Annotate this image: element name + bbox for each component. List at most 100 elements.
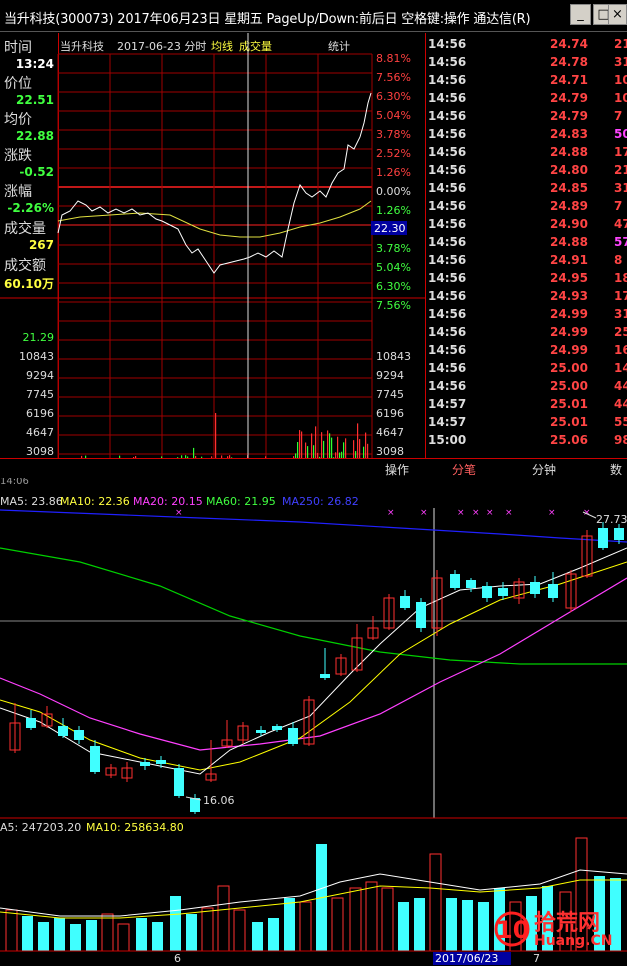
tick-volume: 21	[614, 163, 627, 177]
tick-row[interactable]: 15:00 25.06 985	[426, 433, 627, 451]
volume-bar	[307, 446, 309, 458]
percent-axis: 8.81% 7.56% 6.30% 5.04% 3.78% 2.52% 1.26% 0.00%…	[376, 52, 411, 312]
volume-label-left: 10843	[19, 350, 54, 363]
tick-row[interactable]: 14:56 24.80 21	[426, 163, 627, 181]
tick-time: 14:56	[428, 55, 467, 69]
tick-row[interactable]: 14:56 24.71 10	[426, 73, 627, 91]
tick-volume: 55	[614, 415, 627, 429]
tick-time: 14:56	[428, 361, 467, 375]
tick-row[interactable]: 14:56 24.88 57	[426, 235, 627, 253]
percent-label: 3.78%	[376, 242, 411, 255]
percent-label: 6.30%	[376, 280, 411, 293]
volume-bar	[136, 918, 147, 951]
tick-time: 14:57	[428, 397, 467, 411]
tick-row[interactable]: 14:56 24.83 50	[426, 127, 627, 145]
vol-ma10-legend: MA10: 258634.80	[86, 821, 184, 834]
tick-price: 24.79	[550, 109, 588, 123]
tick-volume: 31	[614, 181, 627, 195]
tick-row[interactable]: 14:56 24.90 47	[426, 217, 627, 235]
tick-volume: 31	[614, 307, 627, 321]
tick-volume: 21	[614, 37, 627, 51]
volume-bar	[186, 914, 197, 951]
volume-bar	[331, 437, 333, 458]
tick-price: 25.01	[550, 397, 588, 411]
tick-row[interactable]: 14:57 25.01 55	[426, 415, 627, 433]
tick-row[interactable]: 14:56 25.00 44	[426, 379, 627, 397]
tick-time: 14:56	[428, 127, 467, 141]
percent-label: 7.56%	[376, 299, 411, 312]
volume-bar	[193, 447, 195, 458]
candle-body	[156, 760, 166, 764]
volume-label-right: 9294	[376, 369, 404, 382]
tick-volume: 14	[614, 361, 627, 375]
tick-volume: 47	[614, 217, 627, 231]
tick-price: 24.71	[550, 73, 588, 87]
signal-mark: ×	[457, 508, 465, 518]
volume-bar	[365, 432, 367, 458]
tick-row[interactable]: 14:56 24.95 18	[426, 271, 627, 289]
tick-row[interactable]: 14:56 24.85 31	[426, 181, 627, 199]
candle-body	[190, 798, 200, 812]
volume-bar	[345, 438, 347, 458]
stats-button[interactable]: 统计	[328, 40, 350, 53]
tick-row[interactable]: 14:56 24.93 17	[426, 289, 627, 307]
volume-bar	[414, 898, 425, 951]
kline-chart[interactable]: 14:06 MA5: 23.86 MA10: 22.36 MA20: 20.15…	[0, 478, 627, 966]
volume-bar	[398, 902, 409, 951]
ma20-legend: MA20: 20.15	[133, 495, 203, 508]
kline-top-time: 14:06	[0, 478, 29, 487]
tick-time: 14:56	[428, 253, 467, 267]
intraday-chart[interactable]: 当升科技 2017-06-23 分时 均线 成交量 统计 8.81% 7.56% 6…	[0, 33, 425, 458]
tick-price: 24.89	[550, 199, 588, 213]
volume-bar	[462, 900, 473, 951]
volume-bar	[327, 430, 329, 458]
tick-time: 14:56	[428, 91, 467, 105]
tick-volume: 8	[614, 253, 623, 267]
candle-body	[614, 528, 624, 540]
volume-label-right: 3098	[376, 445, 404, 458]
tick-row[interactable]: 14:56 24.88 17	[426, 145, 627, 163]
volume-bar	[284, 898, 295, 951]
avg-line-label[interactable]: 均线	[211, 39, 233, 53]
trades-tab[interactable]: 分笔	[452, 461, 476, 478]
candle-body	[416, 602, 426, 628]
intraday-panel[interactable]: 时间 13:24 价位 22.51 均价 22.88 涨跌 -0.52 涨幅 -…	[0, 33, 627, 479]
tick-row[interactable]: 14:56 24.74 21	[426, 37, 627, 55]
tick-row[interactable]: 14:56 24.99 31	[426, 307, 627, 325]
tick-row[interactable]: 14:56 24.99 16	[426, 343, 627, 361]
minute-tab[interactable]: 分钟	[532, 461, 556, 478]
tick-row[interactable]: 14:56 24.79 7	[426, 109, 627, 127]
tick-volume: 7	[614, 199, 623, 213]
tick-price: 24.88	[550, 145, 588, 159]
volume-label-right: 10843	[376, 350, 411, 363]
tick-row[interactable]: 14:56 25.00 14	[426, 361, 627, 379]
volume-bar	[152, 922, 163, 951]
tick-row[interactable]: 14:56 24.89 7	[426, 199, 627, 217]
tick-row[interactable]: 14:56 24.79 10	[426, 91, 627, 109]
tick-row[interactable]: 14:57 25.01 44	[426, 397, 627, 415]
tick-list[interactable]: 14:5624.742114:5624.783114:5624.711014:5…	[425, 33, 627, 458]
tick-time: 14:57	[428, 415, 467, 429]
close-button[interactable]: ×	[608, 4, 627, 25]
volume-toggle-label[interactable]: 成交量	[239, 39, 272, 53]
tick-row[interactable]: 14:56 24.78 31	[426, 55, 627, 73]
volume-label-left: 6196	[26, 407, 54, 420]
tick-row[interactable]: 14:56 24.91 8	[426, 253, 627, 271]
volume-bar	[311, 433, 313, 458]
tick-time: 14:56	[428, 217, 467, 231]
candle-body	[256, 730, 266, 733]
operate-tab[interactable]: 操作	[385, 461, 409, 478]
tick-time: 14:56	[428, 109, 467, 123]
tick-volume: 25	[614, 325, 627, 339]
tick-row[interactable]: 14:56 24.99 25	[426, 325, 627, 343]
data-tab[interactable]: 数	[610, 461, 622, 478]
candle-body	[272, 726, 282, 730]
percent-label: 7.56%	[376, 71, 411, 84]
candle-body	[482, 586, 492, 598]
tick-time: 14:56	[428, 343, 467, 357]
volume-bar	[268, 918, 279, 951]
minimize-button[interactable]: _	[570, 4, 591, 25]
volume-bar	[86, 920, 97, 951]
candle-body	[288, 728, 298, 744]
signal-mark: ×	[387, 508, 395, 518]
